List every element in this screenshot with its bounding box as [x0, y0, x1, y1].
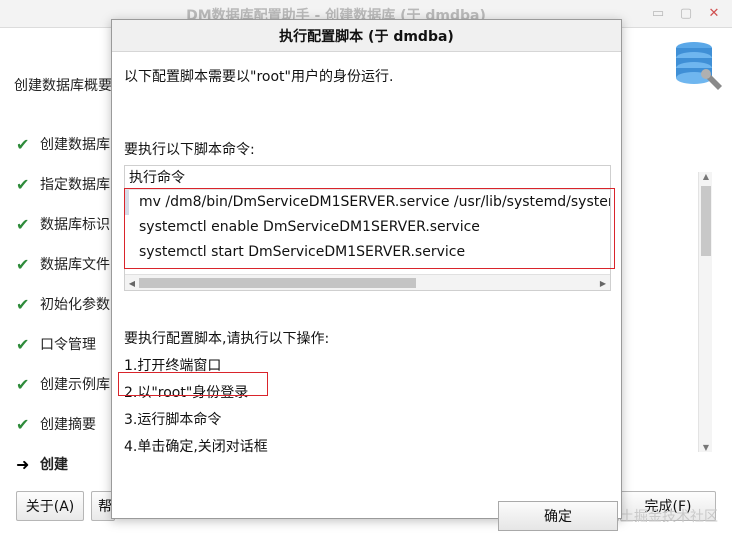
scroll-right-icon[interactable]: ▶ — [596, 275, 610, 291]
table-row[interactable]: systemctl enable DmServiceDM1SERVER.serv… — [125, 215, 610, 240]
scroll-down-icon[interactable]: ▼ — [699, 443, 713, 452]
about-button[interactable]: 关于(A) — [16, 491, 84, 521]
table-header: 执行命令 — [125, 166, 610, 190]
minimize-icon[interactable]: ▭ — [646, 2, 670, 24]
step-item: ✔ 口令管理 — [16, 334, 96, 354]
commands-table[interactable]: 执行命令 mv /dm8/bin/DmServiceDM1SERVER.serv… — [124, 165, 611, 291]
instruction-item: 4.单击确定,关闭对话框 — [124, 439, 268, 455]
check-icon: ✔ — [16, 294, 30, 314]
check-icon: ✔ — [16, 134, 30, 154]
instructions-label: 要执行配置脚本,请执行以下操作: — [124, 331, 330, 347]
step-item: ✔ 指定数据库 — [16, 174, 110, 194]
scroll-up-icon[interactable]: ▲ — [699, 172, 713, 181]
table-rows: mv /dm8/bin/DmServiceDM1SERVER.service /… — [125, 190, 610, 266]
step-item: ✔ 创建数据库 — [16, 134, 110, 154]
step-item: ✔ 数据库标识 — [16, 214, 110, 234]
horizontal-scrollbar[interactable]: ◀ ▶ — [125, 274, 610, 290]
dialog-title: 执行配置脚本 (于 dmdba) — [279, 28, 454, 45]
scroll-left-icon[interactable]: ◀ — [125, 275, 139, 291]
check-icon: ✔ — [16, 414, 30, 434]
check-icon: ✔ — [16, 174, 30, 194]
close-icon[interactable]: ✕ — [702, 2, 726, 24]
page-subtitle: 创建数据库概要 — [14, 78, 112, 94]
check-icon: ✔ — [16, 334, 30, 354]
scrollbar-thumb[interactable] — [701, 186, 711, 256]
check-icon: ✔ — [16, 214, 30, 234]
main-vertical-scrollbar[interactable]: ▲ ▼ — [698, 172, 712, 452]
wizard-steps: ✔ 创建数据库 ✔ 指定数据库 ✔ 数据库标识 ✔ 数据库文件 ✔ 初始化参数 ✔ 口令管理… — [16, 124, 110, 484]
commands-label: 要执行以下脚本命令: — [124, 142, 255, 158]
login-highlight-box — [118, 372, 268, 396]
step-item: ✔ 数据库文件 — [16, 254, 110, 274]
table-row[interactable]: mv /dm8/bin/DmServiceDM1SERVER.service /… — [125, 190, 610, 215]
database-logo-icon — [664, 32, 730, 98]
step-item: ✔ 创建摘要 — [16, 414, 96, 434]
ok-button[interactable]: 确定 — [498, 501, 618, 531]
maximize-icon[interactable]: ▢ — [674, 2, 698, 24]
check-icon: ✔ — [16, 374, 30, 394]
run-script-dialog: 执行配置脚本 (于 dmdba) 以下配置脚本需要以"root"用户的身份运行.… — [111, 19, 622, 531]
window-controls: ▭ ▢ ✕ — [642, 2, 726, 24]
step-item: ✔ 创建示例库 — [16, 374, 110, 394]
table-row[interactable]: systemctl start DmServiceDM1SERVER.servi… — [125, 240, 610, 265]
check-icon: ✔ — [16, 254, 30, 274]
intro-text: 以下配置脚本需要以"root"用户的身份运行. — [124, 69, 394, 85]
arrow-right-icon: ➜ — [16, 454, 30, 474]
dialog-titlebar: 执行配置脚本 (于 dmdba) — [112, 20, 621, 52]
step-item-current: ➜ 创建 — [16, 454, 68, 474]
instruction-item: 3.运行脚本命令 — [124, 412, 222, 428]
step-item: ✔ 初始化参数 — [16, 294, 110, 314]
scrollbar-thumb[interactable] — [139, 278, 416, 288]
